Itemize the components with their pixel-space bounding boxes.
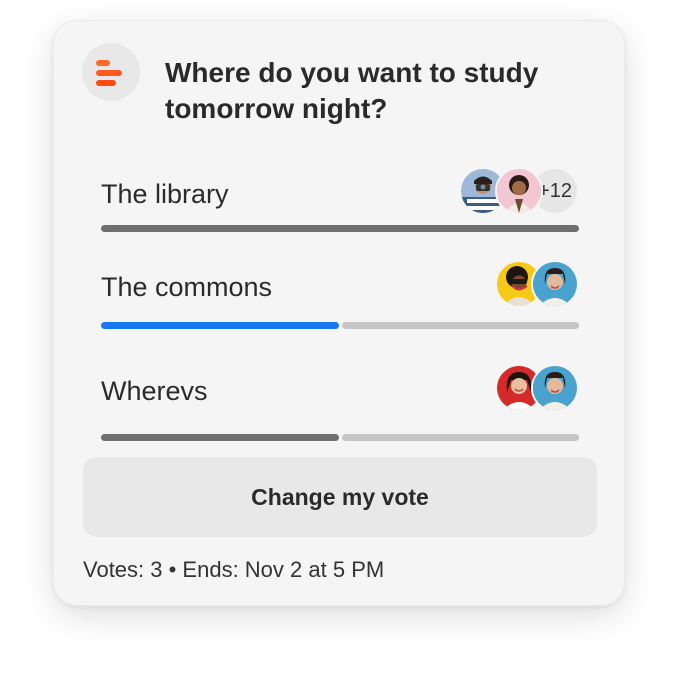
vote-bar-fill-selected — [101, 322, 339, 329]
vote-bar — [101, 225, 579, 232]
voter-avatars — [495, 260, 579, 308]
vote-bar — [101, 322, 579, 329]
poll-bars-icon — [82, 43, 140, 101]
poll-footer: Votes: 3 • Ends: Nov 2 at 5 PM — [83, 557, 385, 582]
avatar — [531, 260, 579, 308]
option-label: Wherevs — [101, 376, 208, 406]
option-label: The library — [101, 179, 229, 209]
avatar — [495, 167, 543, 215]
vote-bar-remainder — [342, 434, 579, 441]
voter-avatars — [495, 364, 579, 412]
vote-bar-fill — [101, 434, 339, 441]
change-vote-button[interactable]: Change my vote — [83, 457, 597, 537]
avatar — [531, 364, 579, 412]
poll-card: Where do you want to study tomorrow nigh… — [53, 20, 625, 606]
poll-question: Where do you want to study tomorrow nigh… — [165, 57, 539, 124]
vote-bar-fill — [101, 225, 579, 232]
vote-bar-remainder — [342, 322, 579, 329]
option-label: The commons — [101, 272, 273, 302]
vote-bar — [101, 434, 579, 441]
voter-avatars: +12 — [459, 167, 579, 215]
